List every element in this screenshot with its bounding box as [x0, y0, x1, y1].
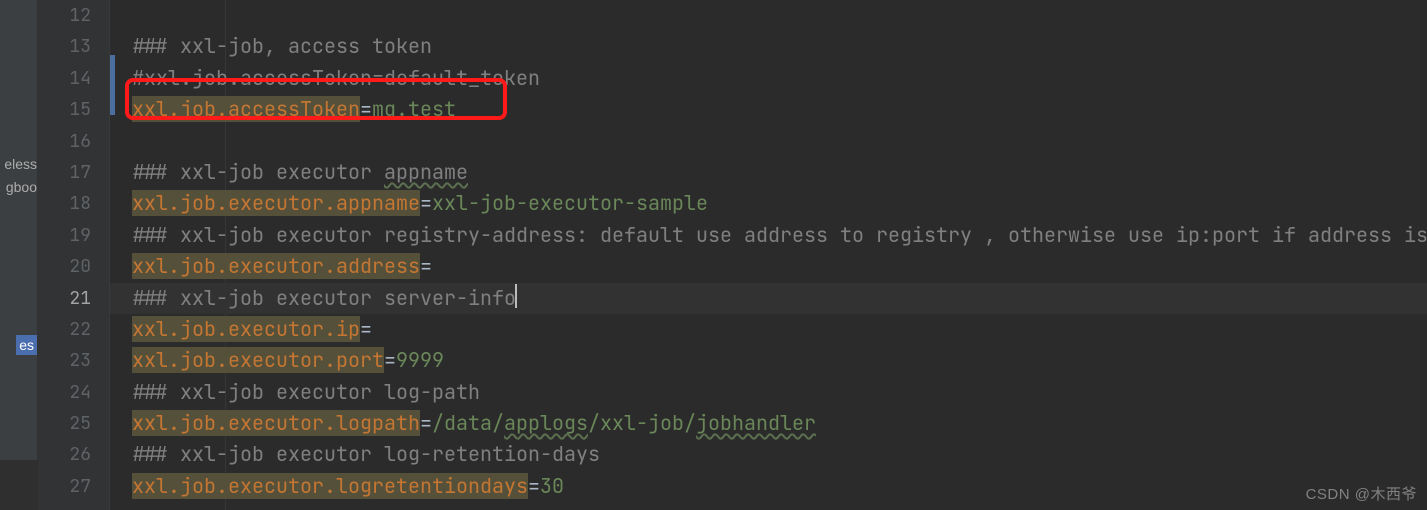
code-line[interactable]: #xxl.job.accessToken=default_token [132, 63, 1427, 94]
equals-sign: = [384, 347, 396, 373]
text-cursor [515, 284, 517, 308]
line-number[interactable]: 24 [38, 377, 91, 408]
property-value: xxl-job-executor-sample [432, 190, 708, 216]
sidebar-fragment-2: gboo [6, 178, 37, 196]
equals-sign: = [360, 96, 372, 122]
property-value: 9999 [396, 347, 444, 373]
property-key: xxl.job.executor.port [132, 347, 384, 373]
line-number[interactable]: 14 [38, 63, 91, 94]
code-line[interactable]: xxl.job.executor.appname=xxl-job-executo… [132, 188, 1427, 219]
line-number[interactable]: 20 [38, 251, 91, 282]
code-line[interactable]: ### xxl-job executor log-retention-days [132, 439, 1427, 470]
code-line[interactable]: xxl.job.executor.port=9999 [132, 345, 1427, 376]
code-line[interactable] [132, 126, 1427, 157]
code-comment: #xxl.job.accessToken=default_token [132, 65, 540, 91]
code-comment: ### xxl-job executor registry-address: d… [132, 222, 1427, 248]
code-comment: ### xxl-job executor server-info [132, 285, 516, 311]
code-line[interactable]: xxl.job.executor.ip= [132, 314, 1427, 345]
sidebar-fragment-1: eless [4, 155, 37, 173]
code-line[interactable]: ### xxl-job executor log-path [132, 377, 1427, 408]
watermark-text: CSDN @木西爷 [1306, 483, 1417, 504]
code-line[interactable]: ### xxl-job executor registry-address: d… [132, 220, 1427, 251]
equals-sign: = [360, 316, 372, 342]
code-line[interactable]: xxl.job.executor.logretentiondays=30 [132, 471, 1427, 502]
property-key: xxl.job.executor.address [132, 253, 420, 279]
equals-sign: = [420, 190, 432, 216]
line-number[interactable]: 26 [38, 439, 91, 470]
line-number[interactable]: 16 [38, 126, 91, 157]
line-number[interactable]: 21 [38, 283, 91, 314]
property-value-word: jobhandler [696, 410, 816, 436]
code-editor[interactable]: ### xxl-job, access token #xxl.job.acces… [110, 0, 1427, 510]
property-value: /xxl-job/ [588, 410, 696, 436]
property-key: xxl.job.executor.logpath [132, 410, 420, 436]
code-line[interactable] [132, 0, 1427, 31]
code-line[interactable]: ### xxl-job, access token [132, 31, 1427, 62]
line-number[interactable]: 18 [38, 188, 91, 219]
code-line[interactable]: xxl.job.executor.logpath=/data/applogs/x… [132, 408, 1427, 439]
code-comment: ### xxl-job executor log-path [132, 379, 480, 405]
code-comment: ### xxl-job, access token [132, 33, 432, 59]
property-value: mq.test [372, 96, 456, 122]
line-number[interactable]: 28 [38, 502, 91, 510]
line-number[interactable]: 13 [38, 31, 91, 62]
line-number[interactable]: 27 [38, 471, 91, 502]
line-number[interactable]: 12 [38, 0, 91, 31]
property-key: xxl.job.accessToken [132, 96, 360, 122]
line-number[interactable]: 22 [38, 314, 91, 345]
property-value: 30 [540, 473, 564, 499]
line-number[interactable]: 25 [38, 408, 91, 439]
property-value-word: applogs [504, 410, 588, 436]
equals-sign: = [420, 410, 432, 436]
project-sidebar-fragment: eless gboo es [0, 0, 38, 510]
line-number[interactable]: 15 [38, 94, 91, 125]
property-value: /data/ [432, 410, 504, 436]
line-number[interactable]: 19 [38, 220, 91, 251]
equals-sign: = [420, 253, 432, 279]
line-number[interactable]: 23 [38, 345, 91, 376]
property-key: xxl.job.executor.ip [132, 316, 360, 342]
line-number-gutter[interactable]: 1213141516171819202122232425262728 [38, 0, 110, 510]
equals-sign: = [528, 473, 540, 499]
sidebar-fragment-3[interactable]: es [16, 335, 37, 355]
code-comment-word: appname [384, 159, 468, 185]
sidebar-blank [0, 460, 38, 510]
line-number[interactable]: 17 [38, 157, 91, 188]
code-comment: ### xxl-job executor [132, 159, 384, 185]
code-line-current[interactable]: ### xxl-job executor server-info [110, 283, 1427, 314]
code-line[interactable]: ### xxl-job executor appname [132, 157, 1427, 188]
property-key: xxl.job.executor.appname [132, 190, 420, 216]
property-key: xxl.job.executor.logretentiondays [132, 473, 528, 499]
code-line[interactable]: xxl.job.executor.address= [132, 251, 1427, 282]
code-comment: ### xxl-job executor log-retention-days [132, 441, 600, 467]
code-line[interactable]: xxl.job.accessToken=mq.test [132, 94, 1427, 125]
